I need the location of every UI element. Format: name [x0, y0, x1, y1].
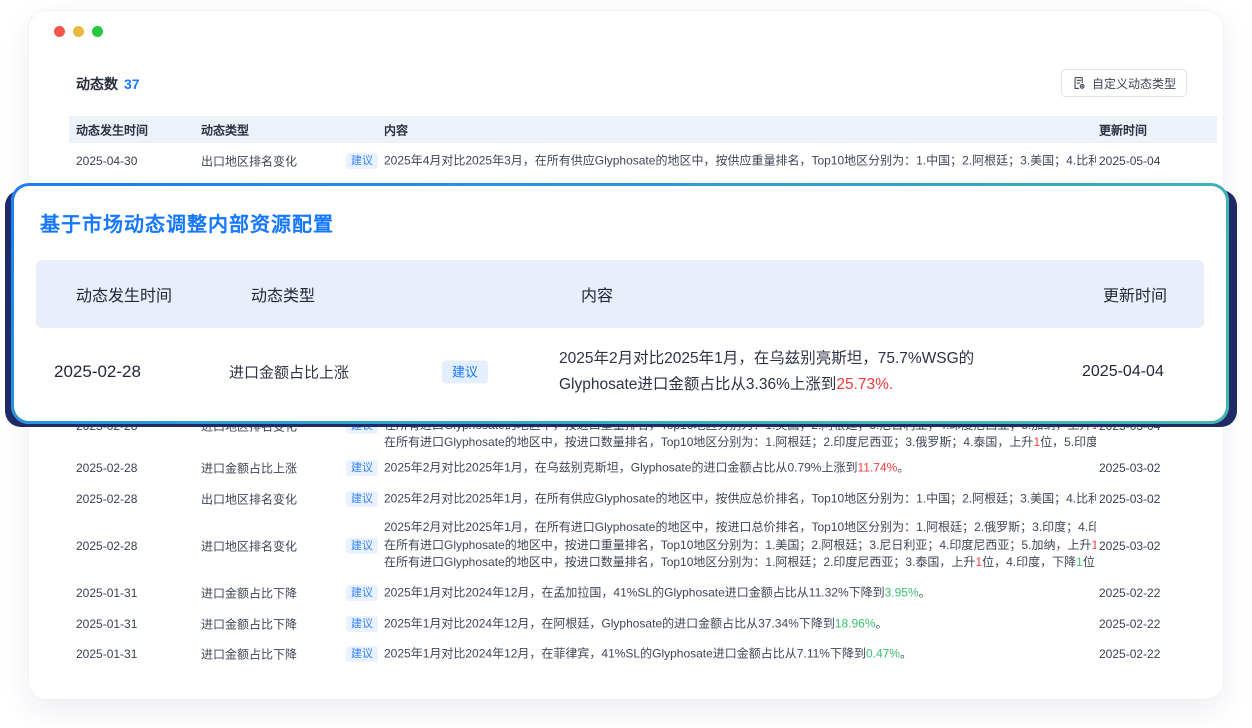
row-content: 2025年2月对比2025年1月，在乌兹别克斯坦，Glyphosate的进口金额…	[384, 459, 1096, 477]
suggestion-badge: 建议	[346, 491, 378, 507]
row-type: 进口金额占比下降	[201, 584, 297, 601]
row-type: 进口金额占比下降	[201, 645, 297, 662]
maximize-window-icon[interactable]	[92, 26, 103, 37]
close-window-icon[interactable]	[54, 26, 65, 37]
row-updated: 2025-03-02	[1099, 461, 1160, 475]
custom-type-icon	[1072, 76, 1086, 90]
overlay-col-type: 动态类型	[251, 282, 315, 306]
window-controls	[54, 26, 103, 37]
row-type: 进口金额占比上涨	[201, 459, 297, 476]
table-row[interactable]: 2025-04-30 出口地区排名变化 建议 2025年4月对比2025年3月，…	[29, 145, 1225, 176]
table-row[interactable]: 2025-01-31 进口金额占比下降 建议 2025年1月对比2024年12月…	[29, 638, 1225, 669]
overlay-table-header: 动态发生时间 动态类型 内容 更新时间	[36, 260, 1204, 328]
dynamics-count: 动态数 37	[76, 74, 140, 94]
col-header-content: 内容	[384, 121, 408, 138]
overlay-row-content: 2025年2月对比2025年1月，在乌兹别亮斯坦，75.7%WSG的Glypho…	[559, 346, 1041, 398]
highlight-overlay: 基于市场动态调整内部资源配置 动态发生时间 动态类型 内容 更新时间 2025-…	[11, 183, 1229, 424]
row-time: 2025-01-31	[76, 647, 137, 661]
overlay-col-time: 动态发生时间	[76, 282, 172, 306]
row-updated: 2025-02-22	[1099, 617, 1160, 631]
custom-dynamic-type-button[interactable]: 自定义动态类型	[1061, 69, 1187, 97]
suggestion-badge: 建议	[346, 646, 378, 662]
table-header: 动态发生时间 动态类型 内容 更新时间	[69, 116, 1217, 143]
suggestion-badge: 建议	[346, 460, 378, 476]
row-time: 2025-04-30	[76, 154, 137, 168]
row-updated: 2025-03-02	[1099, 492, 1160, 506]
table-row[interactable]: 2025-01-31 进口金额占比下降 建议 2025年1月对比2024年12月…	[29, 608, 1225, 639]
suggestion-badge: 建议	[442, 361, 488, 384]
row-content: 2025年1月对比2024年12月，在孟加拉国，41%SL的Glyphosate…	[384, 584, 1096, 602]
col-header-time: 动态发生时间	[76, 121, 148, 138]
col-header-updated: 更新时间	[1099, 121, 1147, 138]
row-type: 进口金额占比下降	[201, 615, 297, 632]
overlay-row-updated: 2025-04-04	[1082, 363, 1164, 381]
screen: 动态数 37 自定义动态类型 动态发生时间 动态类型 内容 更新时间	[0, 0, 1252, 728]
suggestion-badge: 建议	[346, 538, 378, 554]
table-row[interactable]: 2025-02-28 进口地区排名变化 建议 2025年2月对比2025年1月，…	[29, 519, 1225, 572]
suggestion-badge: 建议	[346, 153, 378, 169]
row-time: 2025-02-28	[76, 539, 137, 553]
overlay-table-row[interactable]: 2025-02-28 进口金额占比上涨 建议 2025年2月对比2025年1月，…	[14, 328, 1226, 416]
overlay-row-time: 2025-02-28	[54, 362, 141, 382]
table-row[interactable]: 2025-02-28 出口地区排名变化 建议 2025年2月对比2025年1月，…	[29, 483, 1225, 514]
table-row[interactable]: 2025-02-28 进口金额占比上涨 建议 2025年2月对比2025年1月，…	[29, 452, 1225, 483]
dynamics-count-label: 动态数	[76, 76, 118, 92]
overlay-title: 基于市场动态调整内部资源配置	[40, 208, 334, 237]
suggestion-badge: 建议	[346, 585, 378, 601]
suggestion-badge: 建议	[346, 616, 378, 632]
row-content: 2025年2月对比2025年1月，在所有进口Glyphosate的地区中，按进口…	[384, 519, 1096, 572]
row-updated: 2025-02-22	[1099, 586, 1160, 600]
minimize-window-icon[interactable]	[73, 26, 84, 37]
row-content: 2025年1月对比2024年12月，在菲律宾，41%SL的Glyphosate进…	[384, 645, 1096, 663]
row-updated: 2025-03-02	[1099, 539, 1160, 553]
row-updated: 2025-02-22	[1099, 647, 1160, 661]
row-time: 2025-01-31	[76, 617, 137, 631]
row-time: 2025-02-28	[76, 461, 137, 475]
custom-dynamic-type-label: 自定义动态类型	[1092, 75, 1176, 92]
row-content: 2025年1月对比2024年12月，在阿根廷，Glyphosate的进口金额占比…	[384, 615, 1096, 633]
row-updated: 2025-05-04	[1099, 154, 1160, 168]
row-content: 2025年2月对比2025年1月，在所有供应Glyphosate的地区中，按供应…	[384, 490, 1096, 508]
row-type: 出口地区排名变化	[201, 152, 297, 169]
row-type: 出口地区排名变化	[201, 490, 297, 507]
row-time: 2025-01-31	[76, 586, 137, 600]
row-time: 2025-02-28	[76, 492, 137, 506]
dynamics-count-value: 37	[124, 76, 140, 92]
highlight-card: 基于市场动态调整内部资源配置 动态发生时间 动态类型 内容 更新时间 2025-…	[14, 186, 1226, 421]
overlay-col-updated: 更新时间	[1103, 282, 1167, 306]
table-row[interactable]: 2025-01-31 进口金额占比下降 建议 2025年1月对比2024年12月…	[29, 577, 1225, 608]
overlay-col-content: 内容	[581, 282, 613, 306]
overlay-row-type: 进口金额占比上涨	[229, 362, 349, 383]
col-header-type: 动态类型	[201, 121, 249, 138]
row-type: 进口地区排名变化	[201, 537, 297, 554]
row-content: 2025年4月对比2025年3月，在所有供应Glyphosate的地区中，按供应…	[384, 152, 1096, 170]
